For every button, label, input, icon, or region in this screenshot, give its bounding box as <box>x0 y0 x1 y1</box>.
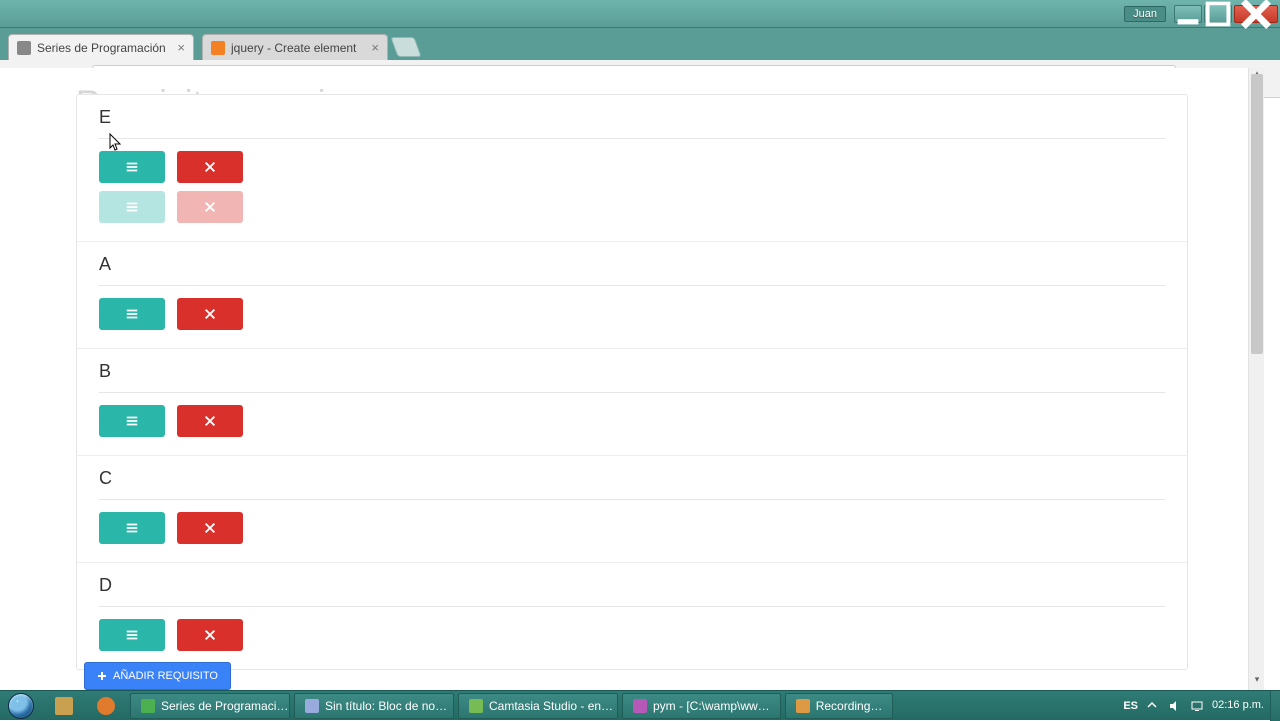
close-button[interactable] <box>1234 5 1278 23</box>
drag-handle-button <box>99 191 165 223</box>
drag-handle-button[interactable] <box>99 405 165 437</box>
drag-handle-button[interactable] <box>99 298 165 330</box>
plus-icon <box>97 671 107 681</box>
app-icon <box>141 699 155 713</box>
delete-button <box>177 191 243 223</box>
delete-button[interactable] <box>177 405 243 437</box>
delete-button[interactable] <box>177 512 243 544</box>
taskbar-button[interactable]: Series de Programaci… <box>130 693 290 719</box>
drag-handle-button[interactable] <box>99 151 165 183</box>
tray-chevron-icon[interactable] <box>1146 699 1160 713</box>
requirement-label: E <box>99 107 1165 128</box>
clock[interactable]: 02:16 p.m. <box>1212 700 1264 711</box>
app-icon <box>305 699 319 713</box>
browser-tabstrip: Series de Programación × jquery - Create… <box>0 28 1280 60</box>
add-requirement-button[interactable]: AÑADIR REQUISITO <box>84 662 231 690</box>
divider <box>99 285 1165 286</box>
tab-close-icon[interactable]: × <box>371 40 379 55</box>
app-icon <box>633 699 647 713</box>
pinned-app[interactable] <box>44 693 84 719</box>
app-icon <box>55 697 73 715</box>
firefox-icon <box>97 697 115 715</box>
app-icon <box>796 699 810 713</box>
button-row <box>99 151 1165 183</box>
favicon-icon <box>211 41 225 55</box>
window-titlebar: Juan <box>0 0 1280 28</box>
tab-title: jquery - Create element <box>231 41 367 55</box>
drag-ghost <box>99 191 1165 223</box>
requirements-card: E A <box>76 94 1188 670</box>
app-icon <box>469 699 483 713</box>
new-tab-button[interactable] <box>390 37 421 57</box>
tab-title: Series de Programación <box>37 41 173 55</box>
user-badge: Juan <box>1124 6 1166 22</box>
add-button-label: AÑADIR REQUISITO <box>113 670 218 682</box>
divider <box>99 606 1165 607</box>
show-desktop-button[interactable] <box>1270 691 1280 721</box>
scrollbar-thumb[interactable] <box>1251 74 1263 354</box>
network-icon[interactable] <box>1190 699 1204 713</box>
browser-tab[interactable]: jquery - Create element × <box>202 34 388 60</box>
taskbar-button[interactable]: Recording… <box>785 693 894 719</box>
favicon-icon <box>17 41 31 55</box>
taskbar-button[interactable]: Sin título: Bloc de no… <box>294 693 454 719</box>
requirement-item: D <box>77 562 1187 669</box>
drag-handle-button[interactable] <box>99 619 165 651</box>
volume-icon[interactable] <box>1168 699 1182 713</box>
vertical-scrollbar[interactable]: ▴ ▾ <box>1248 68 1264 690</box>
requirement-label: C <box>99 468 1165 489</box>
pinned-app-firefox[interactable] <box>86 693 126 719</box>
requirement-item: C <box>77 455 1187 562</box>
start-button[interactable] <box>0 691 42 721</box>
divider <box>99 138 1165 139</box>
browser-tab-active[interactable]: Series de Programación × <box>8 34 194 60</box>
requirement-item: B <box>77 348 1187 455</box>
language-indicator[interactable]: ES <box>1123 700 1138 712</box>
tab-close-icon[interactable]: × <box>177 40 185 55</box>
delete-button[interactable] <box>177 298 243 330</box>
requirement-label: A <box>99 254 1165 275</box>
delete-button[interactable] <box>177 151 243 183</box>
requirement-item: E <box>77 95 1187 241</box>
delete-button[interactable] <box>177 619 243 651</box>
windows-orb-icon <box>8 693 34 719</box>
system-tray: ES 02:16 p.m. <box>1123 699 1270 713</box>
divider <box>99 499 1165 500</box>
mouse-cursor-icon <box>109 133 123 153</box>
requirement-label: B <box>99 361 1165 382</box>
taskbar-button[interactable]: Camtasia Studio - en… <box>458 693 618 719</box>
page-viewport: Requisitos previos E A <box>0 68 1264 690</box>
maximize-button[interactable] <box>1204 5 1232 23</box>
drag-handle-button[interactable] <box>99 512 165 544</box>
minimize-button[interactable] <box>1174 5 1202 23</box>
scroll-down-icon[interactable]: ▾ <box>1249 674 1265 690</box>
requirement-label: D <box>99 575 1165 596</box>
requirement-item: A <box>77 241 1187 348</box>
divider <box>99 392 1165 393</box>
windows-taskbar: Series de Programaci… Sin título: Bloc d… <box>0 690 1280 720</box>
taskbar-button[interactable]: pym - [C:\wamp\ww… <box>622 693 781 719</box>
